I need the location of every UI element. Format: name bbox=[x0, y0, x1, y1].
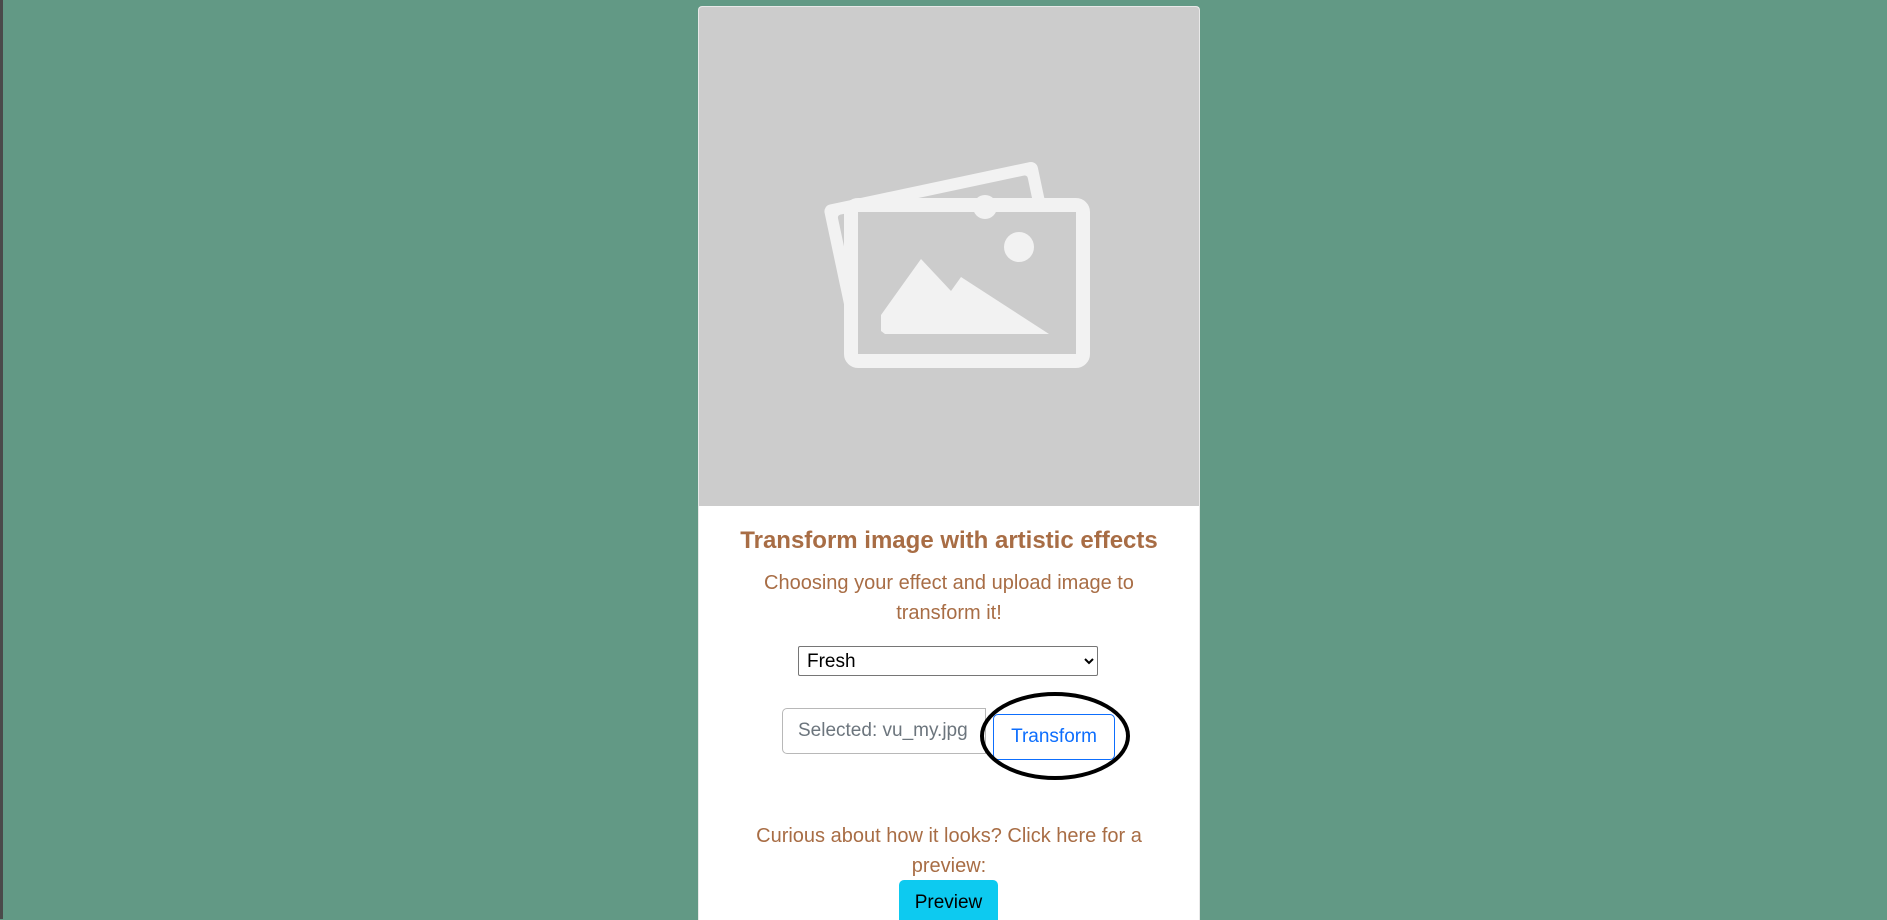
preview-prompt-text: Curious about how it looks? Click here f… bbox=[756, 825, 1142, 877]
card-title: Transform image with artistic effects bbox=[740, 527, 1158, 554]
images-placeholder-icon bbox=[824, 161, 1090, 368]
effect-select[interactable]: Fresh bbox=[798, 646, 1098, 676]
transform-button[interactable]: Transform bbox=[993, 714, 1115, 760]
hero-image-area bbox=[699, 7, 1199, 506]
window-edge bbox=[0, 0, 3, 919]
card-subtitle: Choosing your effect and upload image to… bbox=[764, 572, 1134, 624]
preview-button[interactable]: Preview bbox=[899, 880, 998, 920]
file-selected-input[interactable] bbox=[782, 708, 986, 754]
effect-card: Transform image with artistic effects Ch… bbox=[698, 6, 1200, 920]
